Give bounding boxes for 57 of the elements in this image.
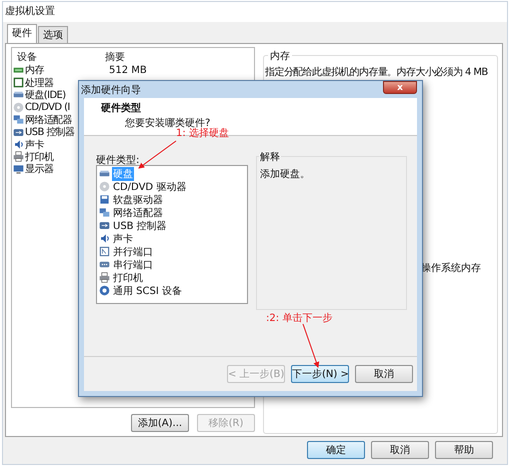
device-name[interactable]: CD/DVD (I	[25, 102, 70, 113]
column-header: 设备	[17, 51, 38, 62]
tab[interactable]: 选项	[38, 26, 68, 43]
device-name[interactable]: 显示器	[25, 162, 54, 176]
list-item[interactable]: 通用 SCSI 设备	[112, 284, 183, 298]
annotation-text: :2: 单击下一步	[266, 312, 332, 325]
monitor-icon	[13, 164, 24, 175]
serial-port-icon	[99, 259, 110, 270]
device-name[interactable]: 打印机	[25, 150, 54, 164]
group-title: 内存	[268, 49, 292, 63]
help-button[interactable]: 帮助	[435, 441, 493, 459]
list-item[interactable]: 串行端口	[112, 258, 154, 272]
tab[interactable]: 硬件	[7, 24, 37, 43]
device-summary: 512 MB	[109, 64, 147, 76]
cancel-button[interactable]: 取消	[371, 441, 429, 459]
list-item[interactable]: 软盘驱动器	[112, 192, 164, 206]
network-icon	[99, 207, 110, 218]
column-header: 摘要	[105, 50, 126, 62]
list-item[interactable]: USB 控制器	[112, 218, 168, 232]
floppy-icon	[99, 194, 110, 205]
disc-icon	[99, 181, 110, 192]
list-label: 硬件类型:	[96, 154, 140, 165]
speaker-icon	[13, 139, 24, 150]
window-title: 虚拟机设置	[3, 2, 507, 22]
list-item[interactable]: 打印机	[112, 270, 144, 284]
port-icon	[99, 246, 110, 257]
wizard-subheading: 您要安装哪类硬件?	[125, 116, 210, 129]
list-item[interactable]: CD/DVD 驱动器	[112, 180, 188, 194]
cancel-button[interactable]: 取消	[355, 365, 413, 383]
device-name[interactable]: USB 控制器	[25, 125, 75, 140]
close-button[interactable]: x	[383, 81, 417, 94]
memory-description: 指定分配给此虚拟机的内存量。内存大小必须为 4 MB	[265, 66, 489, 79]
group-title: 解释	[259, 150, 281, 164]
device-name[interactable]: 内存	[25, 63, 44, 78]
list-item[interactable]: 声卡	[112, 232, 134, 246]
usb-icon	[99, 220, 110, 231]
device-name[interactable]: 声卡	[25, 138, 44, 152]
arrow	[138, 140, 176, 169]
ok-button[interactable]: 确定	[307, 441, 365, 459]
list-item[interactable]: 并行端口	[112, 244, 154, 258]
add-button[interactable]: 添加(A)...	[131, 414, 189, 432]
device-name[interactable]: 网络适配器	[25, 112, 72, 127]
scsi-icon	[99, 285, 110, 296]
explanation-text: 添加硬盘。	[260, 168, 311, 181]
arrow	[302, 324, 320, 368]
wizard-heading: 硬件类型	[101, 102, 141, 115]
list-item[interactable]: 网络适配器	[112, 206, 164, 220]
device-name[interactable]: 硬盘(IDE)	[25, 88, 66, 102]
next-button[interactable]: 下一步(N) >	[291, 365, 349, 383]
printer-icon	[99, 272, 110, 283]
device-name[interactable]: 处理器	[25, 76, 54, 90]
speaker-icon	[99, 233, 110, 244]
hard-disk-icon	[13, 89, 24, 100]
annotation-text: 1: 选择硬盘	[176, 128, 229, 140]
network-icon	[13, 114, 24, 126]
hard-disk-icon	[99, 168, 110, 179]
dialog-title: 添加硬件向导	[81, 84, 141, 96]
